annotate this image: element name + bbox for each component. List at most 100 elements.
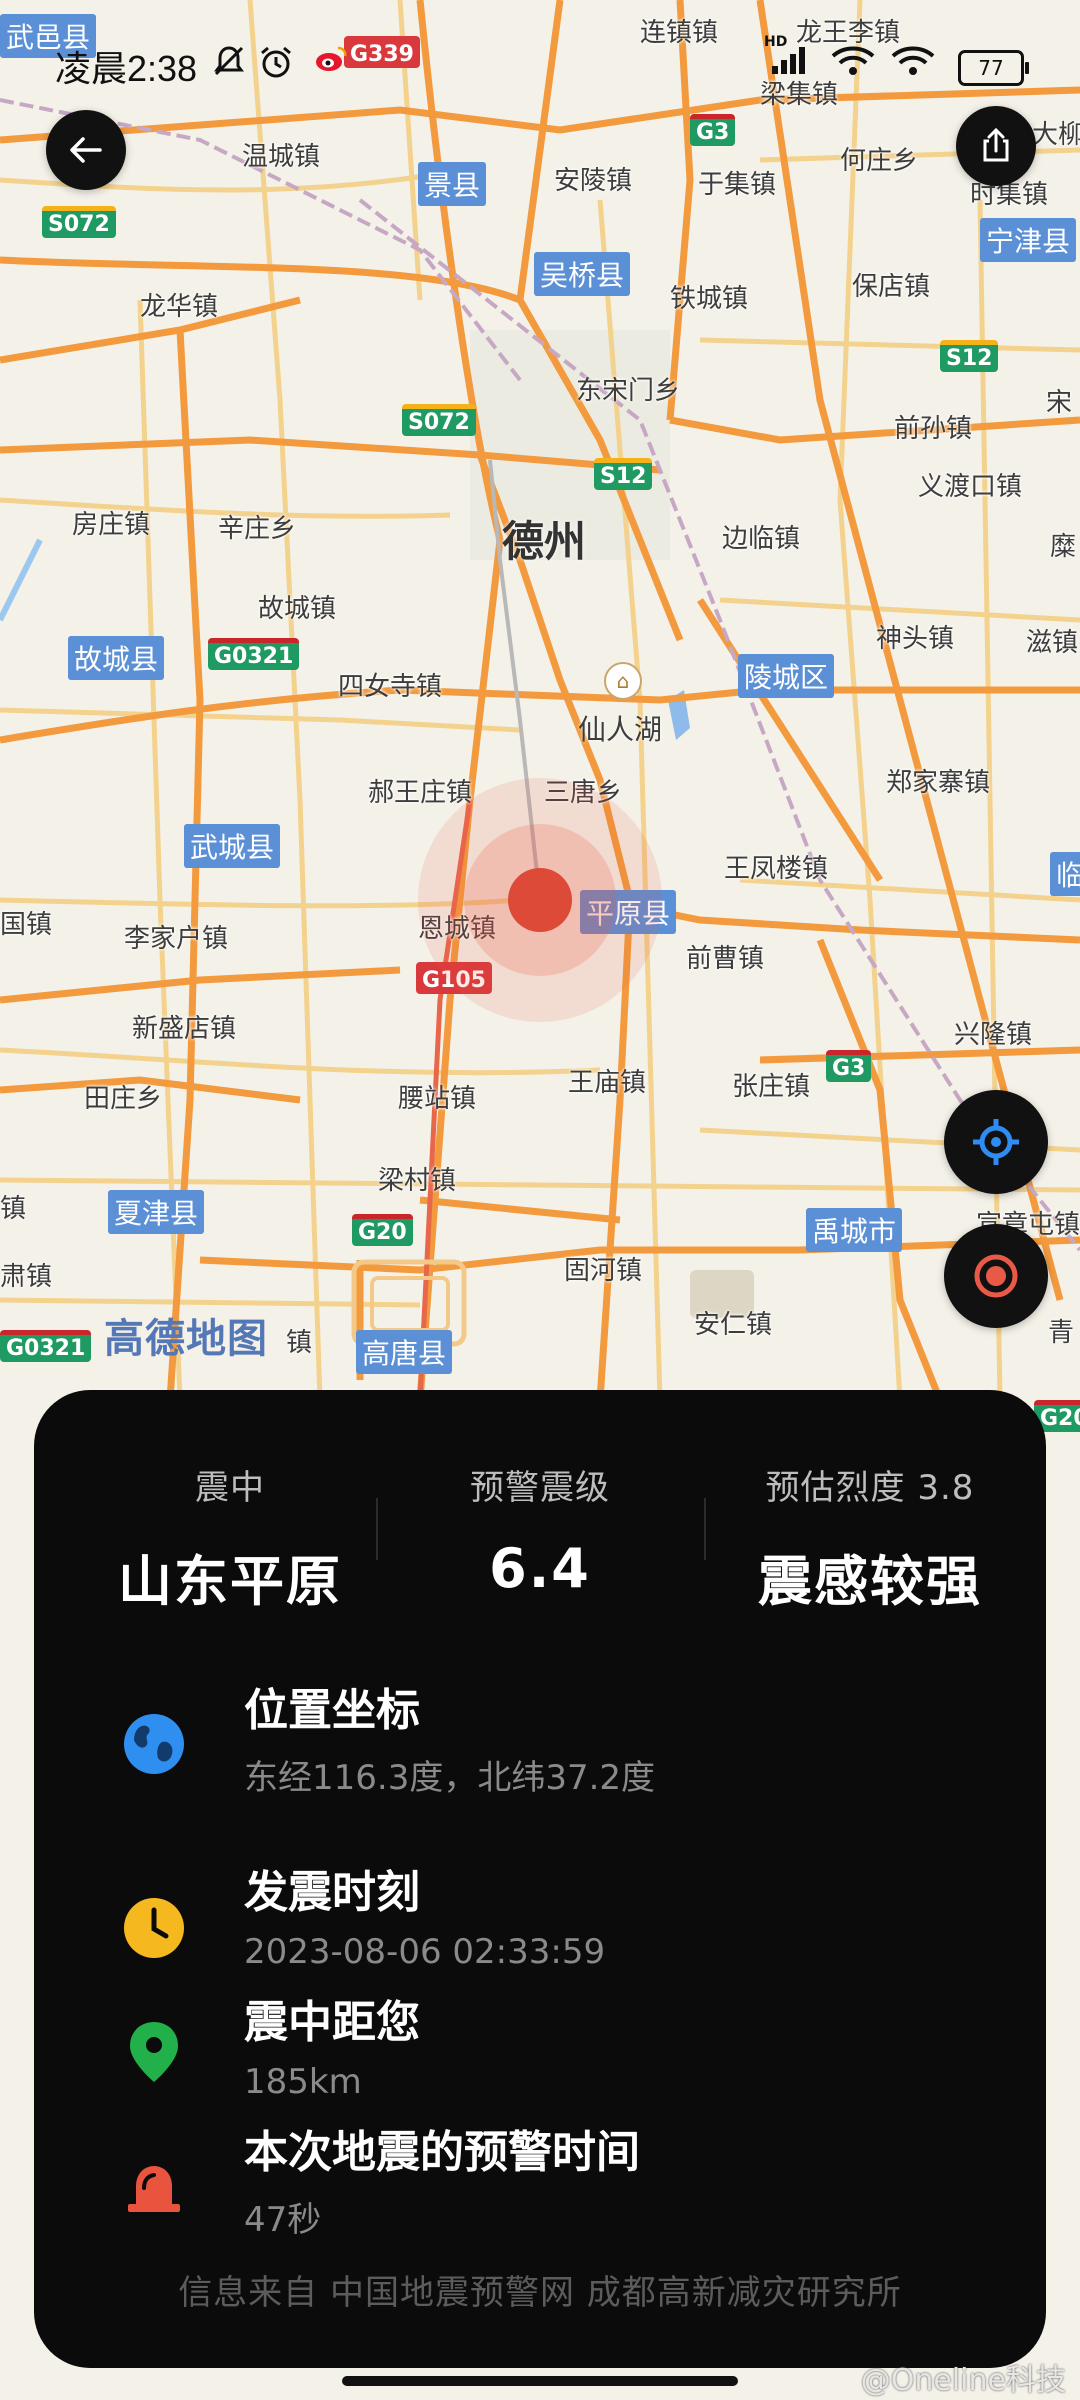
info-title: 发震时刻 (244, 1867, 420, 1918)
epicenter-marker[interactable] (508, 868, 572, 932)
map-place-label: 温城镇 (242, 142, 321, 172)
info-value: 47秒 (244, 2200, 322, 2240)
map-county-label: 故城县 (68, 636, 165, 680)
map-place-label: 肃镇 (0, 1262, 53, 1292)
stat-divider (376, 1498, 378, 1560)
stat-value: 山东平原 (118, 1550, 342, 1613)
stat-value: 6.4 (489, 1537, 591, 1600)
map-city-label: 德州 (502, 517, 587, 566)
map-place-label: 张庄镇 (732, 1072, 811, 1102)
locate-me-button[interactable] (944, 1090, 1048, 1194)
info-title: 本次地震的预警时间 (244, 2127, 640, 2178)
earthquake-warning-screen: 连镇镇 龙王李镇 梁集镇 大柳 温城镇 安陵镇 于集镇 何庄乡 时集镇 龙华镇 … (0, 0, 1080, 2400)
target-icon (974, 1254, 1018, 1298)
map-place-label: 四女寺镇 (338, 672, 443, 702)
info-title: 震中距您 (244, 1997, 420, 2048)
road-shield: G20 (352, 1214, 413, 1246)
info-value: 185km (244, 2062, 362, 2102)
map-county-label: 宁津县 (980, 218, 1077, 262)
stat-value: 震感较强 (758, 1550, 982, 1613)
map-place-label: 青 (1048, 1318, 1075, 1348)
map-place-label: 田庄乡 (84, 1084, 163, 1114)
map-place-label: 神头镇 (876, 624, 955, 654)
wifi-icon (830, 44, 876, 86)
map-place-label: 郝王庄镇 (368, 778, 473, 808)
clock-icon (124, 1898, 184, 1958)
road-shield: S072 (42, 206, 116, 238)
alarm-clock-icon (258, 44, 294, 88)
road-shield: G0321 (208, 638, 300, 670)
map-place-label: 于集镇 (698, 170, 777, 200)
scenic-spot-icon: ⌂ (604, 662, 642, 700)
map-place-label: 保店镇 (852, 272, 931, 302)
map-place-label: 安仁镇 (694, 1310, 773, 1340)
battery-indicator: 77 (958, 50, 1029, 86)
weibo-app-icon (314, 44, 348, 82)
data-source-note: 信息来自 中国地震预警网 成都高新减灾研究所 (178, 2273, 902, 2313)
map-place-label: 梁村镇 (378, 1166, 457, 1196)
map-place-label: 铁城镇 (670, 284, 749, 314)
map-county-label: 武城县 (184, 824, 281, 868)
crosshair-icon (973, 1119, 1019, 1165)
map-place-label: 龙华镇 (140, 292, 219, 322)
share-button[interactable] (956, 106, 1036, 186)
map-place-label: 辛庄乡 (218, 514, 297, 544)
map-county-label: 临 (1050, 852, 1080, 896)
map-place-label: 国镇 (0, 910, 53, 940)
map-lake-label: 仙人湖 (578, 713, 663, 746)
map-place-label: 镇 (0, 1194, 27, 1224)
stat-divider (704, 1498, 706, 1560)
map-place-label: 王凤楼镇 (724, 854, 829, 884)
info-title: 位置坐标 (244, 1685, 420, 1736)
map-place-label: 前孙镇 (894, 414, 973, 444)
map-place-label: 宋 (1046, 388, 1073, 418)
map-place-label: 前曹镇 (686, 944, 765, 974)
back-button[interactable] (46, 110, 126, 190)
map-place-label: 兴隆镇 (954, 1020, 1033, 1050)
info-value: 东经116.3度，北纬37.2度 (244, 1758, 656, 1798)
mute-notification-icon (212, 44, 246, 86)
arrow-left-icon (70, 137, 102, 163)
map-county-label: 吴桥县 (534, 252, 631, 296)
map-county-label: 禹城市 (806, 1208, 903, 1252)
signal-strength-icon (770, 44, 810, 84)
status-time: 凌晨2:38 (55, 48, 198, 89)
map-place-label: 房庄镇 (72, 510, 151, 540)
share-icon (983, 127, 1009, 162)
map-place-label: 王庙镇 (568, 1068, 647, 1098)
map-place-label: 镇 (286, 1328, 313, 1358)
map-place-label: 大柳 (1032, 120, 1080, 150)
map-place-label: 安陵镇 (554, 166, 633, 196)
map-place-label: 郑家寨镇 (886, 768, 991, 798)
location-pin-icon (130, 2022, 178, 2082)
globe-icon (124, 1714, 184, 1774)
map-county-label: 夏津县 (108, 1190, 205, 1234)
map-place-label: 固河镇 (564, 1256, 643, 1286)
map-place-label: 东宋门乡 (576, 376, 681, 406)
stat-magnitude: 预警震级 6.4 (380, 1460, 700, 1600)
stat-label: 预估烈度 3.8 (765, 1468, 975, 1508)
road-shield: G0321 (0, 1330, 92, 1362)
road-shield: G3 (826, 1050, 872, 1082)
road-shield: S072 (402, 404, 476, 436)
stat-epicenter: 震中 山东平原 (70, 1460, 390, 1616)
home-indicator[interactable] (342, 2376, 738, 2386)
map-place-label: 何庄乡 (840, 146, 919, 176)
map-place-label: 滋镇 (1026, 628, 1079, 658)
earthquake-info-panel: 震中 山东平原 预警震级 6.4 预估烈度 3.8 震感较强 位置坐标 东经11… (34, 1390, 1046, 2368)
road-shield: S12 (940, 340, 999, 372)
epicenter-focus-button[interactable] (944, 1224, 1048, 1328)
map-place-label: 糜 (1050, 532, 1077, 562)
map-place-label: 边临镇 (722, 524, 801, 554)
status-bar: 凌晨2:38 HD 77 (0, 30, 1080, 94)
map-place-label: 李家户镇 (124, 924, 229, 954)
map-place-label: 义渡口镇 (918, 472, 1023, 502)
alarm-siren-icon (128, 2166, 180, 2212)
stat-intensity: 预估烈度 3.8 震感较强 (710, 1460, 1030, 1616)
stat-label: 震中 (195, 1468, 265, 1508)
map-provider-watermark: 高德地图 (104, 1316, 268, 1362)
map-place-label: 新盛店镇 (132, 1014, 237, 1044)
credit-watermark: @Oneline科技 (860, 2363, 1066, 2398)
road-shield: G3 (690, 114, 736, 146)
map-place-label: 腰站镇 (398, 1084, 477, 1114)
